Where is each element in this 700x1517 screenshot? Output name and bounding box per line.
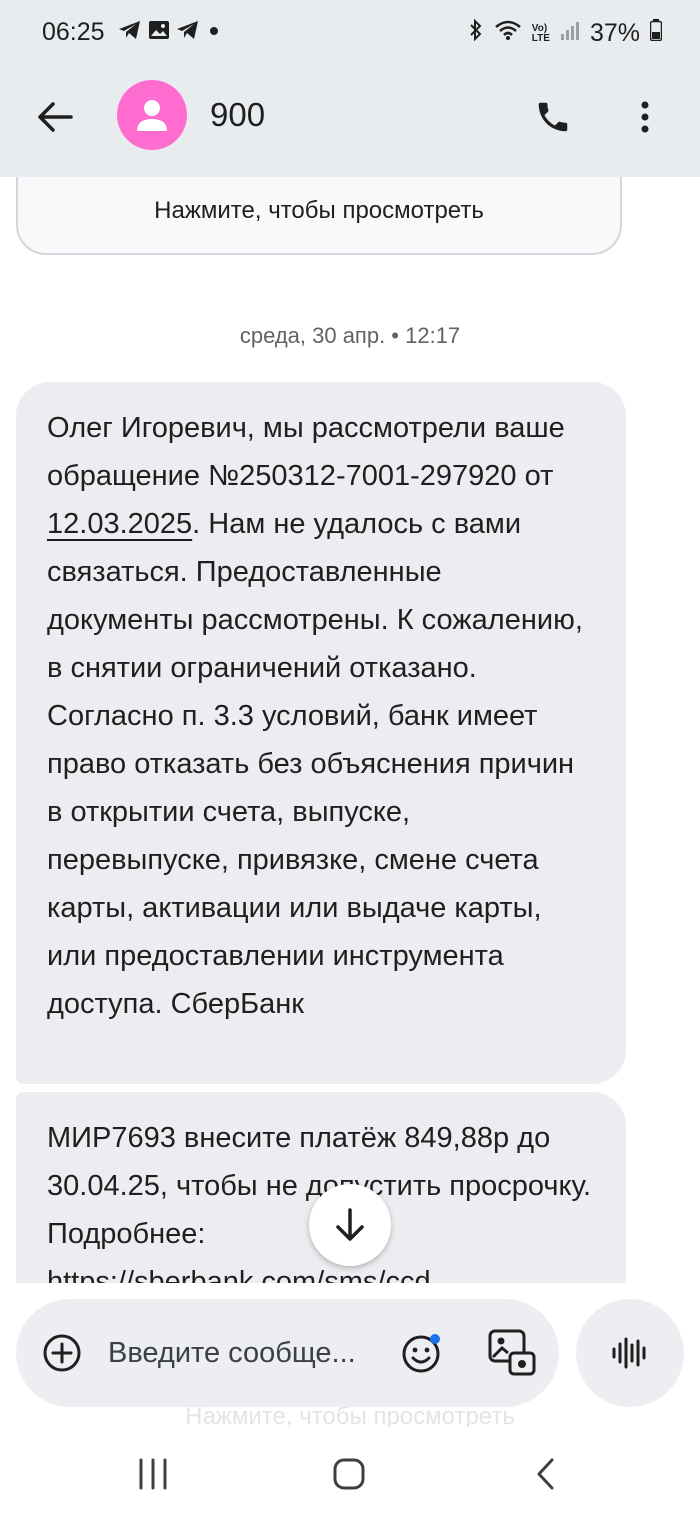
voice-message-button[interactable]: [576, 1299, 684, 1407]
chevron-left-icon: [537, 1458, 554, 1490]
person-icon: [137, 100, 167, 131]
date-link[interactable]: 12.03.2025: [47, 508, 192, 540]
home-icon: [333, 1458, 365, 1490]
back-nav-button[interactable]: [516, 1449, 576, 1499]
system-navigation-bar: [0, 1427, 700, 1517]
recents-button[interactable]: [123, 1449, 183, 1499]
emoji-icon: [402, 1334, 440, 1373]
message-composer: [16, 1299, 559, 1407]
wifi-icon: [494, 19, 522, 48]
more-vert-icon: [641, 101, 649, 133]
previous-message-card[interactable]: Нажмите, чтобы просмотреть: [16, 177, 622, 255]
voice-waveform-icon: [612, 1337, 646, 1369]
arrow-left-icon: [38, 102, 73, 132]
attach-button[interactable]: [40, 1331, 84, 1375]
bluetooth-icon: [468, 18, 484, 49]
signal-icon: [560, 19, 580, 48]
conversation-header: 900: [0, 70, 700, 177]
call-button[interactable]: [528, 92, 578, 142]
contact-name[interactable]: 900: [210, 96, 265, 134]
arrow-down-icon: [336, 1208, 364, 1241]
message-link[interactable]: https://sberbank.com/sms/ccd: [47, 1266, 431, 1283]
add-circle-icon: [43, 1334, 81, 1372]
battery-percent: 37%: [589, 19, 640, 47]
gallery-button[interactable]: [486, 1327, 538, 1379]
tap-to-view-label: Нажмите, чтобы просмотреть: [154, 197, 484, 224]
volte-lte-icon: Vo) LTE: [531, 22, 550, 44]
system-status: Vo) LTE 37%: [468, 18, 663, 49]
message-input[interactable]: [108, 1333, 378, 1373]
message-bubble[interactable]: Олег Игоревич, мы рассмотрели ваше обращ…: [16, 382, 626, 1084]
telegram-icon: [118, 19, 142, 46]
status-time: 06:25: [42, 18, 105, 46]
avatar[interactable]: [117, 80, 187, 150]
more-options-button[interactable]: [620, 92, 670, 142]
home-button[interactable]: [319, 1449, 379, 1499]
phone-icon: [538, 102, 568, 132]
more-notifications-dot-icon: [206, 19, 222, 46]
message-text: Олег Игоревич, мы рассмотрели ваше обращ…: [47, 412, 565, 492]
date-separator: среда, 30 апр. • 12:17: [239, 323, 461, 348]
image-icon: [488, 1329, 536, 1376]
notification-icons: [118, 19, 222, 46]
emoji-button[interactable]: [398, 1329, 446, 1377]
telegram-icon: [176, 19, 200, 46]
battery-icon: [649, 19, 663, 48]
scroll-to-bottom-button[interactable]: [309, 1184, 391, 1266]
back-button[interactable]: [30, 92, 80, 142]
recents-icon: [139, 1458, 167, 1490]
status-bar: 06:25 Vo) LTE 37%: [0, 0, 700, 70]
message-text: . Нам не удалось с вами связаться. Предо…: [47, 508, 583, 1020]
gallery-icon: [148, 19, 170, 46]
message-thread[interactable]: Нажмите, чтобы просмотреть среда, 30 апр…: [0, 177, 700, 1283]
